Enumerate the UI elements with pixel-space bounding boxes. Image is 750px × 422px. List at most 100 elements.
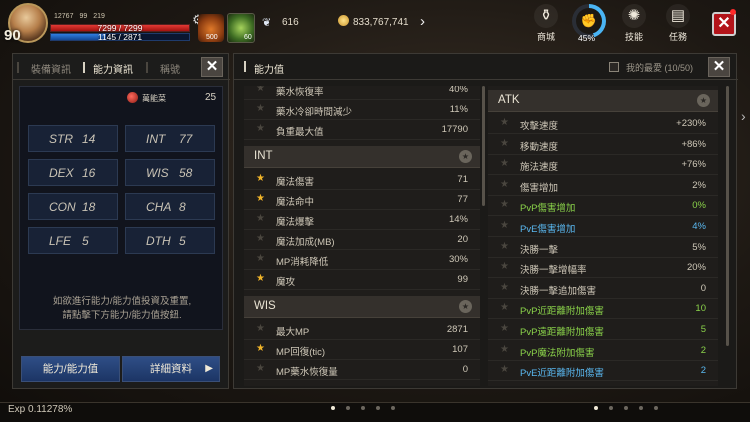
stat-row[interactable]: ★ 施法速度 +76% <box>488 155 718 176</box>
favorite-star-icon[interactable]: ★ <box>500 138 509 149</box>
exp-bar <box>0 402 750 422</box>
stat-row-name: 魔法傷害 <box>276 177 315 188</box>
stat-row[interactable]: ★ 魔攻 99 <box>244 270 480 290</box>
favorite-star-icon[interactable]: ★ <box>256 233 265 244</box>
close-icon[interactable]: ✕ <box>708 57 730 77</box>
stat-row[interactable]: ★ 決勝一擊追加傷害 0 <box>488 279 718 299</box>
stat-row[interactable]: ★ 藥水恢復率 40% <box>244 86 480 100</box>
stat-row[interactable]: ★ PvP近距離附加傷害 10 <box>488 299 718 320</box>
stat-row[interactable]: ★ PvP遠距離附加傷害 5 <box>488 320 718 340</box>
ability-button[interactable]: 能力/能力值 <box>21 356 120 382</box>
elixir-icon <box>127 92 138 103</box>
favorite-star-icon[interactable]: ★ <box>500 199 509 210</box>
page-dot[interactable] <box>391 406 395 410</box>
favorite-star-icon[interactable]: ★ <box>500 158 509 169</box>
favorite-star-icon[interactable]: ★ <box>500 179 509 190</box>
detail-button[interactable]: 詳細資料 ▶ <box>122 356 220 382</box>
page-dots-right <box>594 406 658 410</box>
section-star-icon[interactable]: ★ <box>697 94 710 107</box>
chevron-right-icon[interactable]: › <box>420 13 425 30</box>
stats-column-right[interactable]: ATK ★ ★ 攻擊速度 +230% ★ 移動速度 +86% ★ 施法速度 +76% ★ 傷害增加 2% ★… <box>488 86 718 386</box>
stat-row[interactable]: ★ 傷害增加 2% <box>488 176 718 196</box>
page-dot[interactable] <box>624 406 628 410</box>
stat-row[interactable]: ★ MP藥水恢復量 0 <box>244 360 480 380</box>
stat-row-value: 2871 <box>446 324 468 335</box>
mp-text: 1145 / 2871 <box>97 32 143 42</box>
favorite-star-icon[interactable]: ★ <box>500 302 509 313</box>
shop-button[interactable]: ⚱ 商城 <box>528 4 564 48</box>
ability-button-label: 能力/能力值 <box>42 363 99 375</box>
stat-row-value: 77 <box>457 194 468 205</box>
stat-value: 5 <box>179 234 186 248</box>
favorite-star-icon[interactable]: ★ <box>256 253 265 264</box>
skills-button[interactable]: ✺ 技能 <box>616 4 652 48</box>
favorite-star-icon[interactable]: ★ <box>256 193 265 204</box>
stat-row[interactable]: ★ 移動速度 +86% <box>488 135 718 155</box>
stat-key: LFE <box>49 234 72 248</box>
stat-row-name: 決勝一擊 <box>520 244 559 256</box>
tab-ability[interactable]: 能力資訊 <box>93 61 133 76</box>
favorite-star-icon[interactable]: ★ <box>256 273 265 284</box>
favorite-star-icon[interactable]: ★ <box>500 241 509 252</box>
page-dot[interactable] <box>609 406 613 410</box>
close-icon[interactable]: ✕ <box>201 57 223 77</box>
quest-button[interactable]: ▤ 任務 <box>660 4 696 48</box>
stat-row-name: 攻擊速度 <box>520 121 559 132</box>
favorite-star-icon[interactable]: ★ <box>256 363 265 374</box>
section-star-icon[interactable]: ★ <box>459 150 472 163</box>
stat-row[interactable]: ★ 負重最大值 17790 <box>244 120 480 140</box>
stat-row[interactable]: ★ MP消耗降低 30% <box>244 250 480 270</box>
favorite-star-icon[interactable]: ★ <box>256 123 265 134</box>
page-dot[interactable] <box>361 406 365 410</box>
page-dot[interactable] <box>639 406 643 410</box>
page-dot[interactable] <box>594 406 598 410</box>
chevron-right-icon[interactable]: › <box>741 108 750 128</box>
stat-row[interactable]: ★ 決勝一擊 5% <box>488 238 718 258</box>
stat-row[interactable]: ★ PvP魔法附加傷害 2 <box>488 341 718 361</box>
favorites-checkbox[interactable] <box>609 62 619 72</box>
favorite-star-icon[interactable]: ★ <box>256 103 265 114</box>
stat-row[interactable]: ★ 魔法爆擊 14% <box>244 210 480 230</box>
section-star-icon[interactable]: ★ <box>459 300 472 313</box>
favorite-star-icon[interactable]: ★ <box>500 282 509 293</box>
tab-title[interactable]: 稱號 <box>160 61 180 76</box>
wings-value: 616 <box>282 17 299 28</box>
stat-row-name: 負重最大值 <box>276 127 324 138</box>
stat-row[interactable]: ★ PvE傷害增加 4% <box>488 217 718 237</box>
stat-row[interactable]: ★ 攻擊速度 +230% <box>488 114 718 134</box>
favorite-star-icon[interactable]: ★ <box>256 213 265 224</box>
top-hud: 90 12767 99 219 7299 / 7299 1145 / 2871 … <box>0 0 750 48</box>
stat-row[interactable]: ★ 決勝一擊增幅率 20% <box>488 258 718 279</box>
stat-row[interactable]: ★ 魔法傷害 71 <box>244 170 480 190</box>
favorite-star-icon[interactable]: ★ <box>500 344 509 355</box>
stat-row[interactable]: ★ PvE近距離附加傷害 2 <box>488 361 718 382</box>
stat-row[interactable]: ★ 藥水冷卻時間減少 11% <box>244 100 480 120</box>
tab-equipment[interactable]: 裝備資訊 <box>31 61 71 76</box>
page-dot[interactable] <box>331 406 335 410</box>
page-dot[interactable] <box>346 406 350 410</box>
favorite-star-icon[interactable]: ★ <box>256 173 265 184</box>
close-icon[interactable]: ✕ <box>712 12 736 36</box>
info-line: 如欲進行能力/能力值投資及重置, <box>52 296 192 307</box>
stat-row[interactable]: ★ 魔法加成(MB) 20 <box>244 230 480 250</box>
page-dot[interactable] <box>654 406 658 410</box>
page-dot[interactable] <box>376 406 380 410</box>
favorite-star-icon[interactable]: ★ <box>500 323 509 334</box>
favorite-star-icon[interactable]: ★ <box>500 220 509 231</box>
stat-row[interactable]: ★ 魔法命中 77 <box>244 190 480 210</box>
favorite-star-icon[interactable]: ★ <box>256 343 265 354</box>
stat-row-value: 71 <box>457 174 468 185</box>
title-marker <box>244 61 246 72</box>
favorite-star-icon[interactable]: ★ <box>500 261 509 272</box>
favorite-star-icon[interactable]: ★ <box>500 117 509 128</box>
stat-value: 14 <box>82 132 96 146</box>
stat-row[interactable]: ★ 最大MP 2871 <box>244 320 480 340</box>
scrollbar-left[interactable] <box>482 86 485 206</box>
stat-row[interactable]: ★ PvP傷害增加 0% <box>488 196 718 217</box>
stats-column-left[interactable]: ★ 藥水恢復率 40% ★ 藥水冷卻時間減少 11% ★ 負重最大值 17790 INT ★ ★ 魔法傷… <box>244 86 480 386</box>
favorite-star-icon[interactable]: ★ <box>256 86 265 94</box>
stat-row[interactable]: ★ MP回復(tic) 107 <box>244 340 480 360</box>
favorite-star-icon[interactable]: ★ <box>500 364 509 375</box>
scrollbar-right[interactable] <box>726 86 729 346</box>
favorite-star-icon[interactable]: ★ <box>256 323 265 334</box>
